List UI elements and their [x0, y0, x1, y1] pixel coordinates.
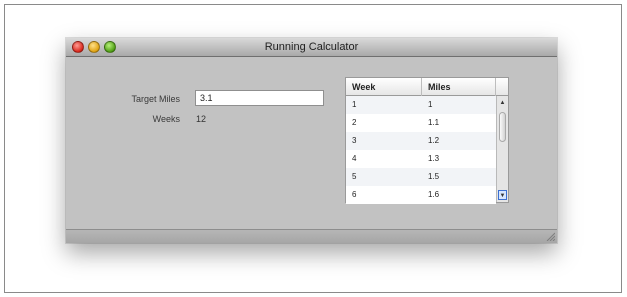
resize-grip-icon[interactable]: [545, 231, 555, 241]
window-content: Target Miles Weeks 12 Week Miles 1 1 2 1…: [66, 57, 557, 229]
window-bottom-bar: [66, 229, 557, 243]
table-row[interactable]: 4 1.3: [346, 150, 496, 168]
app-window: Running Calculator Target Miles Weeks 12…: [66, 38, 557, 243]
miles-table[interactable]: Week Miles 1 1 2 1.1 3 1.2 4 1.3 5 1.5 6…: [345, 77, 509, 204]
scroll-up-icon[interactable]: ▲: [498, 98, 507, 108]
title-bar[interactable]: Running Calculator: [66, 38, 557, 57]
table-header: Week Miles: [346, 78, 508, 96]
window-title: Running Calculator: [264, 41, 359, 53]
weeks-label: Weeks: [152, 114, 180, 124]
target-miles-label: Target Miles: [131, 94, 180, 104]
week-column-header[interactable]: Week: [346, 78, 422, 96]
miles-column-header[interactable]: Miles: [422, 78, 496, 96]
week-cell: 1: [352, 100, 357, 109]
miles-cell: 1.2: [428, 136, 440, 145]
miles-cell: 1.5: [428, 172, 440, 181]
vertical-scrollbar[interactable]: ▲ ▼: [496, 96, 508, 202]
week-cell: 2: [352, 118, 357, 127]
table-row[interactable]: 1 1: [346, 96, 496, 114]
target-miles-input[interactable]: [195, 90, 324, 106]
miles-cell: 1.1: [428, 118, 440, 127]
week-cell: 6: [352, 190, 357, 199]
weeks-value: 12: [196, 114, 207, 124]
table-row[interactable]: 5 1.5: [346, 168, 496, 186]
week-cell: 5: [352, 172, 357, 181]
table-row[interactable]: 6 1.6: [346, 186, 496, 204]
table-body: 1 1 2 1.1 3 1.2 4 1.3 5 1.5 6 1.6: [346, 96, 496, 204]
miles-cell: 1.3: [428, 154, 440, 163]
miles-cell: 1: [428, 100, 433, 109]
miles-cell: 1.6: [428, 190, 440, 199]
table-row[interactable]: 2 1.1: [346, 114, 496, 132]
scroll-thumb[interactable]: [499, 112, 506, 142]
scroll-down-icon[interactable]: ▼: [498, 190, 507, 200]
week-cell: 4: [352, 154, 357, 163]
table-row[interactable]: 3 1.2: [346, 132, 496, 150]
week-cell: 3: [352, 136, 357, 145]
